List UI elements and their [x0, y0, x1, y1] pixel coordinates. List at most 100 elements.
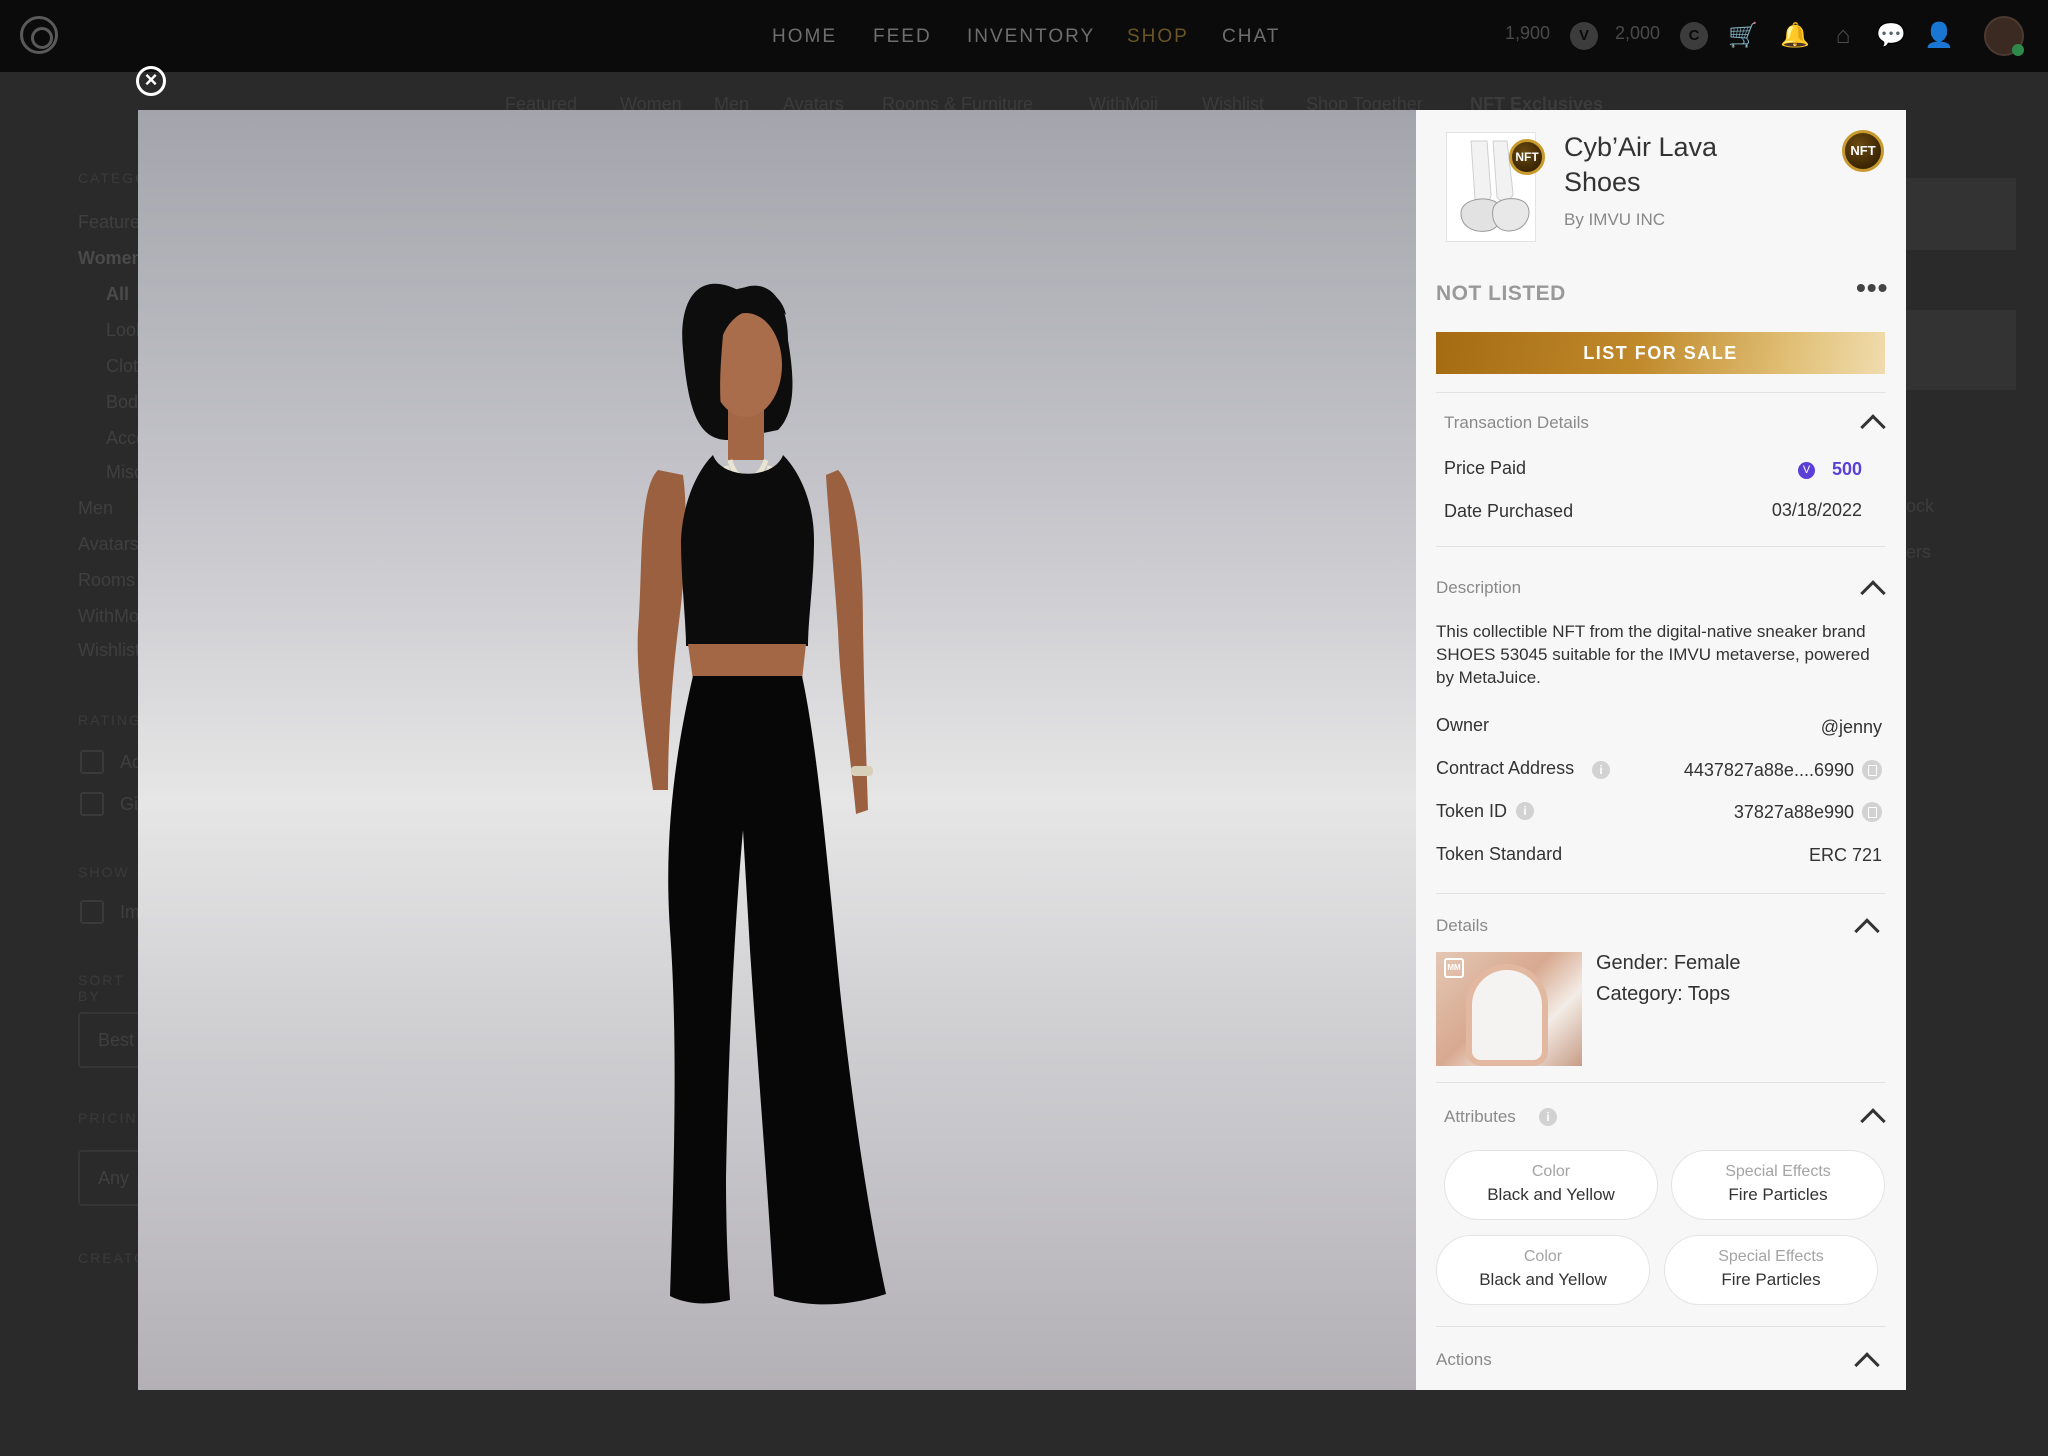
- show-checkbox[interactable]: [80, 900, 104, 924]
- filter-avatars[interactable]: Avatars: [78, 534, 138, 555]
- owner-value[interactable]: @jenny: [1821, 717, 1882, 738]
- background-text: ock: [1906, 496, 1935, 516]
- details-category: Category: Tops: [1596, 983, 1731, 1005]
- vcoin-price-icon: V: [1798, 462, 1815, 479]
- filter-accessories[interactable]: Accessories: [106, 428, 138, 449]
- avatar-figure: [637, 283, 886, 1305]
- product-thumbnail: NFT: [1446, 132, 1545, 242]
- filter-men[interactable]: Men: [78, 498, 113, 519]
- nft-corner-icon: NFT: [1842, 130, 1884, 172]
- owner-label: Owner: [1436, 715, 1490, 735]
- rating-option-1: Ad: [120, 752, 138, 772]
- listing-status: NOT LISTED: [1436, 282, 1566, 305]
- vcoin-balance: 1,900: [1505, 23, 1551, 43]
- sort-heading: SORT BY: [78, 972, 125, 1004]
- details-heading: Details: [1436, 916, 1488, 935]
- attribute-value: Black and Yellow: [1479, 1270, 1607, 1289]
- copy-contract-icon[interactable]: [1862, 760, 1882, 780]
- more-options-button[interactable]: •••: [1856, 274, 1888, 302]
- filter-rooms[interactable]: Rooms: [78, 570, 135, 591]
- attribute-pill: Color Black and Yellow: [1436, 1235, 1650, 1305]
- description-text: This collectible NFT from the digital-na…: [1436, 622, 1870, 687]
- background-card: [1906, 310, 2016, 390]
- nav-feed[interactable]: FEED: [873, 26, 932, 48]
- hoodie-shape: [1472, 970, 1542, 1060]
- attribute-value: Fire Particles: [1721, 1270, 1821, 1289]
- creator-badge-icon: MM: [1444, 958, 1464, 978]
- pricing-value: Any: [98, 1168, 130, 1188]
- rating-checkbox-1[interactable]: [80, 750, 104, 774]
- list-for-sale-button[interactable]: LIST FOR SALE: [1436, 332, 1885, 374]
- vcoin-icon: V: [1570, 22, 1598, 50]
- price-paid-value: 500: [1831, 459, 1862, 479]
- filter-looks[interactable]: Looks: [106, 320, 138, 341]
- divider: [1436, 392, 1886, 393]
- creator-heading: CREATOR: [78, 1250, 138, 1266]
- background-text: ers: [1906, 542, 1932, 562]
- attribute-key: Special Effects: [1725, 1163, 1831, 1180]
- actions-heading: Actions: [1436, 1350, 1492, 1369]
- product-detail-panel: NFT Cyb’Air Lava Shoes By IMVU INC NFT N…: [1416, 110, 1906, 1390]
- credit-balance: 2,000: [1615, 23, 1661, 43]
- collapse-transaction-chevron-icon[interactable]: [1860, 414, 1886, 440]
- nav-home[interactable]: HOME: [772, 26, 837, 48]
- sort-value: Best: [98, 1030, 135, 1050]
- nav-inventory[interactable]: INVENTORY: [967, 26, 1095, 48]
- filter-wishlist[interactable]: Wishlist: [78, 640, 138, 661]
- nft-badge-icon: NFT: [1509, 139, 1545, 175]
- collapse-details-chevron-icon[interactable]: [1854, 918, 1880, 944]
- token-standard-value: ERC 721: [1808, 845, 1882, 865]
- token-standard-label: Token Standard: [1436, 844, 1563, 864]
- attribute-key: Color: [1531, 1163, 1571, 1180]
- attribute-pill: Color Black and Yellow: [1444, 1150, 1658, 1220]
- cart-icon[interactable]: 🛒: [1728, 22, 1758, 50]
- attribute-key: Color: [1523, 1248, 1563, 1265]
- attributes-heading: Attributes: [1444, 1107, 1516, 1126]
- attribute-key: Special Effects: [1718, 1248, 1824, 1265]
- token-info-icon[interactable]: i: [1516, 802, 1534, 820]
- close-modal-button[interactable]: ×: [136, 66, 166, 96]
- details-item-image: MM: [1436, 952, 1582, 1066]
- avatar-3d-viewer[interactable]: [138, 110, 1416, 1390]
- product-title: Cyb’Air Lava Shoes: [1564, 132, 1718, 197]
- contract-info-icon[interactable]: i: [1592, 761, 1610, 779]
- pricing-heading: PRICING: [78, 1110, 138, 1126]
- filter-withmoji[interactable]: WithMoji: [78, 606, 138, 627]
- home-icon[interactable]: ⌂: [1828, 22, 1858, 50]
- date-purchased-label: Date Purchased: [1444, 501, 1574, 521]
- filter-body[interactable]: Body: [106, 392, 138, 413]
- show-option: Im: [120, 902, 138, 922]
- filter-all[interactable]: All: [106, 284, 129, 305]
- top-navigation-bar: HOME FEED INVENTORY SHOP CHAT 1,900 V 2,…: [0, 0, 2048, 72]
- divider: [1436, 546, 1886, 547]
- contract-address-value: 4437827a88e....6990: [1683, 760, 1854, 780]
- nav-chat[interactable]: CHAT: [1222, 26, 1280, 48]
- price-paid-label: Price Paid: [1444, 458, 1527, 478]
- collapse-attributes-chevron-icon[interactable]: [1860, 1108, 1886, 1134]
- collapse-description-chevron-icon[interactable]: [1860, 580, 1886, 606]
- user-avatar[interactable]: [1984, 16, 2024, 56]
- filter-featured[interactable]: Featured: [78, 212, 138, 233]
- filter-misc[interactable]: Misc: [106, 462, 138, 483]
- product-creator[interactable]: By IMVU INC: [1564, 210, 1665, 230]
- filter-clothing[interactable]: Clothing: [106, 356, 138, 377]
- copy-token-icon[interactable]: [1862, 802, 1882, 822]
- bell-icon[interactable]: 🔔: [1780, 22, 1810, 50]
- rating-checkbox-2[interactable]: [80, 792, 104, 816]
- filter-sidebar: CATEGORY Featured Women All Looks Clothi…: [78, 166, 138, 1296]
- divider: [1436, 893, 1886, 894]
- attributes-info-icon[interactable]: i: [1539, 1108, 1557, 1126]
- rating-option-2: Gi: [120, 794, 138, 814]
- details-gender: Gender: Female: [1596, 952, 1741, 974]
- attribute-value: Black and Yellow: [1487, 1185, 1615, 1204]
- attribute-pill: Special Effects Fire Particles: [1671, 1150, 1885, 1220]
- friends-icon[interactable]: 👤: [1924, 22, 1954, 50]
- collapse-actions-chevron-icon[interactable]: [1854, 1352, 1880, 1378]
- category-heading: CATEGORY: [78, 170, 138, 186]
- show-heading: SHOW: [78, 864, 130, 880]
- chat-icon[interactable]: 💬: [1876, 22, 1906, 50]
- contract-address-label: Contract Address: [1436, 758, 1575, 778]
- filter-women[interactable]: Women: [78, 248, 138, 269]
- nav-shop[interactable]: SHOP: [1127, 26, 1189, 48]
- token-id-value: 37827a88e990: [1733, 802, 1854, 822]
